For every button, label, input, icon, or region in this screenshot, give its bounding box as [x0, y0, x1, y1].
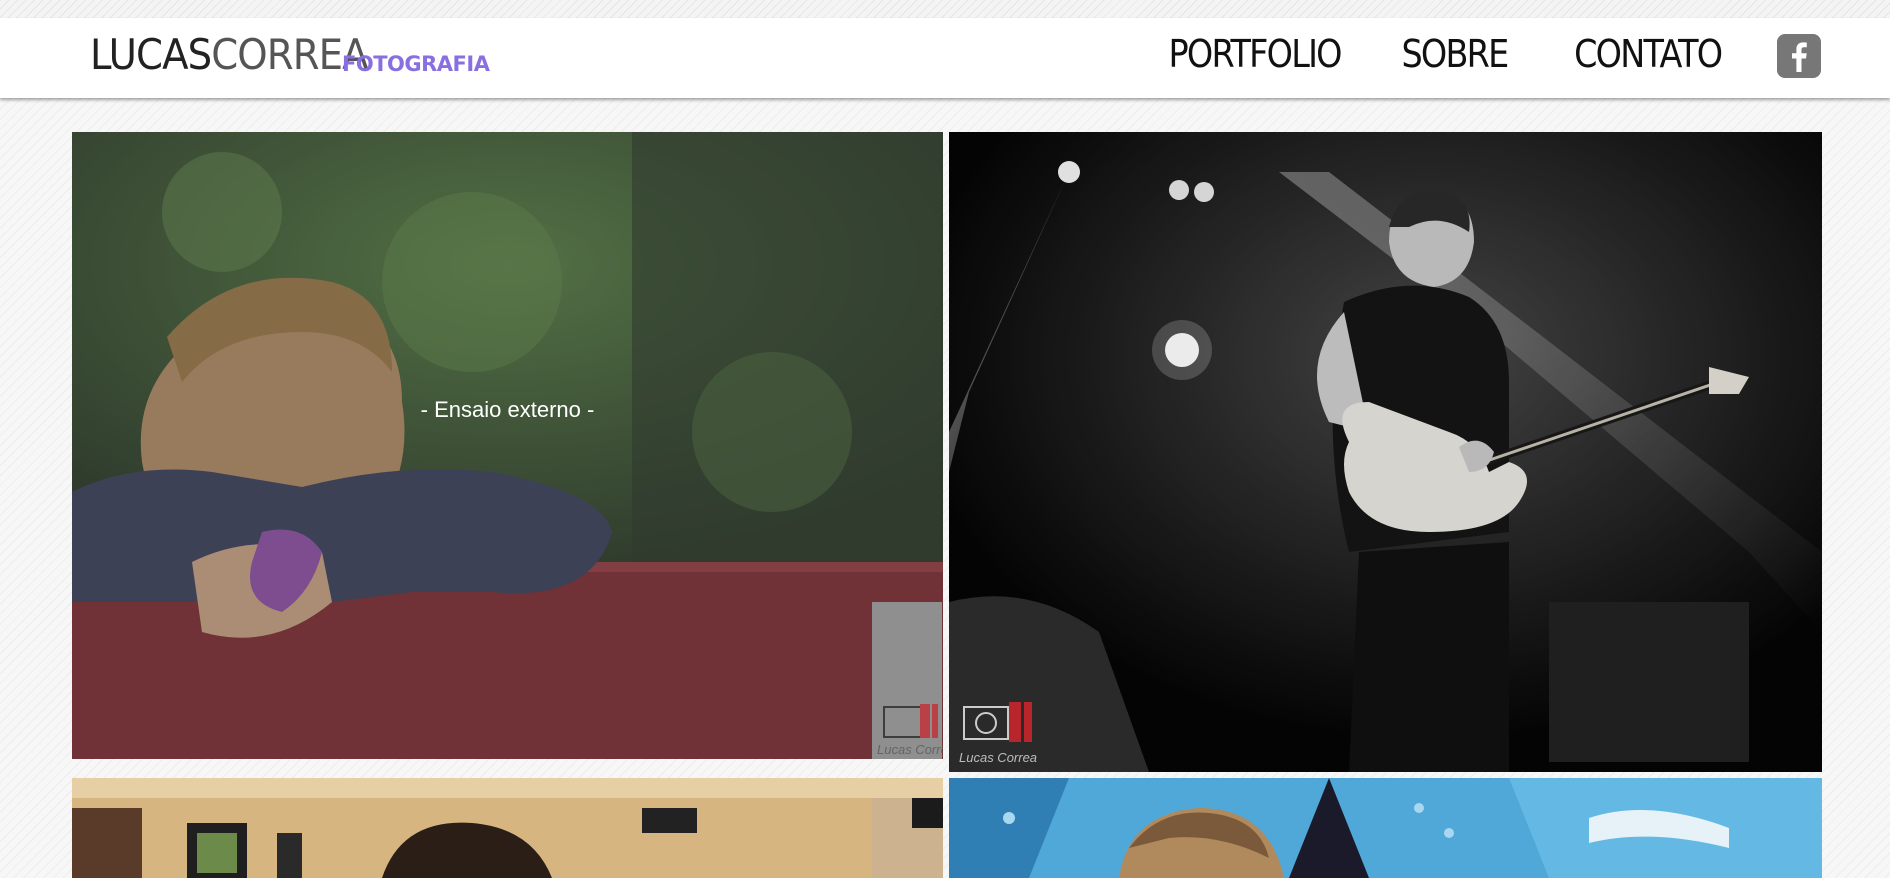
top-pattern-strip [0, 0, 1890, 18]
nav-contato[interactable]: CONTATO [1574, 32, 1723, 76]
site-logo[interactable]: LUCASCORREA [90, 30, 369, 79]
gallery-item-guitarist[interactable]: Lucas Correa [949, 132, 1822, 772]
guitarist-photo: Lucas Correa [949, 132, 1822, 772]
indoor-portrait-photo [72, 778, 943, 878]
main-nav: PORTFOLIO SOBRE CONTATO [1145, 32, 1723, 76]
watermark-text: Lucas Correa [959, 750, 1037, 765]
nav-portfolio[interactable]: PORTFOLIO [1169, 32, 1343, 76]
nav-sobre[interactable]: SOBRE [1402, 32, 1510, 76]
gallery-item-ensaio-externo[interactable]: Lucas Correa - Ensaio externo - [72, 132, 943, 759]
logo-tagline: FOTOGRAFIA [342, 52, 490, 76]
gallery-caption: - Ensaio externo - [420, 397, 595, 422]
gallery-item-graffiti-portrait[interactable] [949, 778, 1822, 878]
hover-overlay [72, 132, 943, 759]
graffiti-portrait-photo [949, 778, 1822, 878]
facebook-icon[interactable] [1777, 34, 1821, 78]
site-header: LUCASCORREA FOTOGRAFIA PORTFOLIO SOBRE C… [0, 18, 1890, 98]
gallery-item-portrait-indoor[interactable] [72, 778, 943, 878]
logo-first-name: LUCAS [90, 30, 212, 79]
